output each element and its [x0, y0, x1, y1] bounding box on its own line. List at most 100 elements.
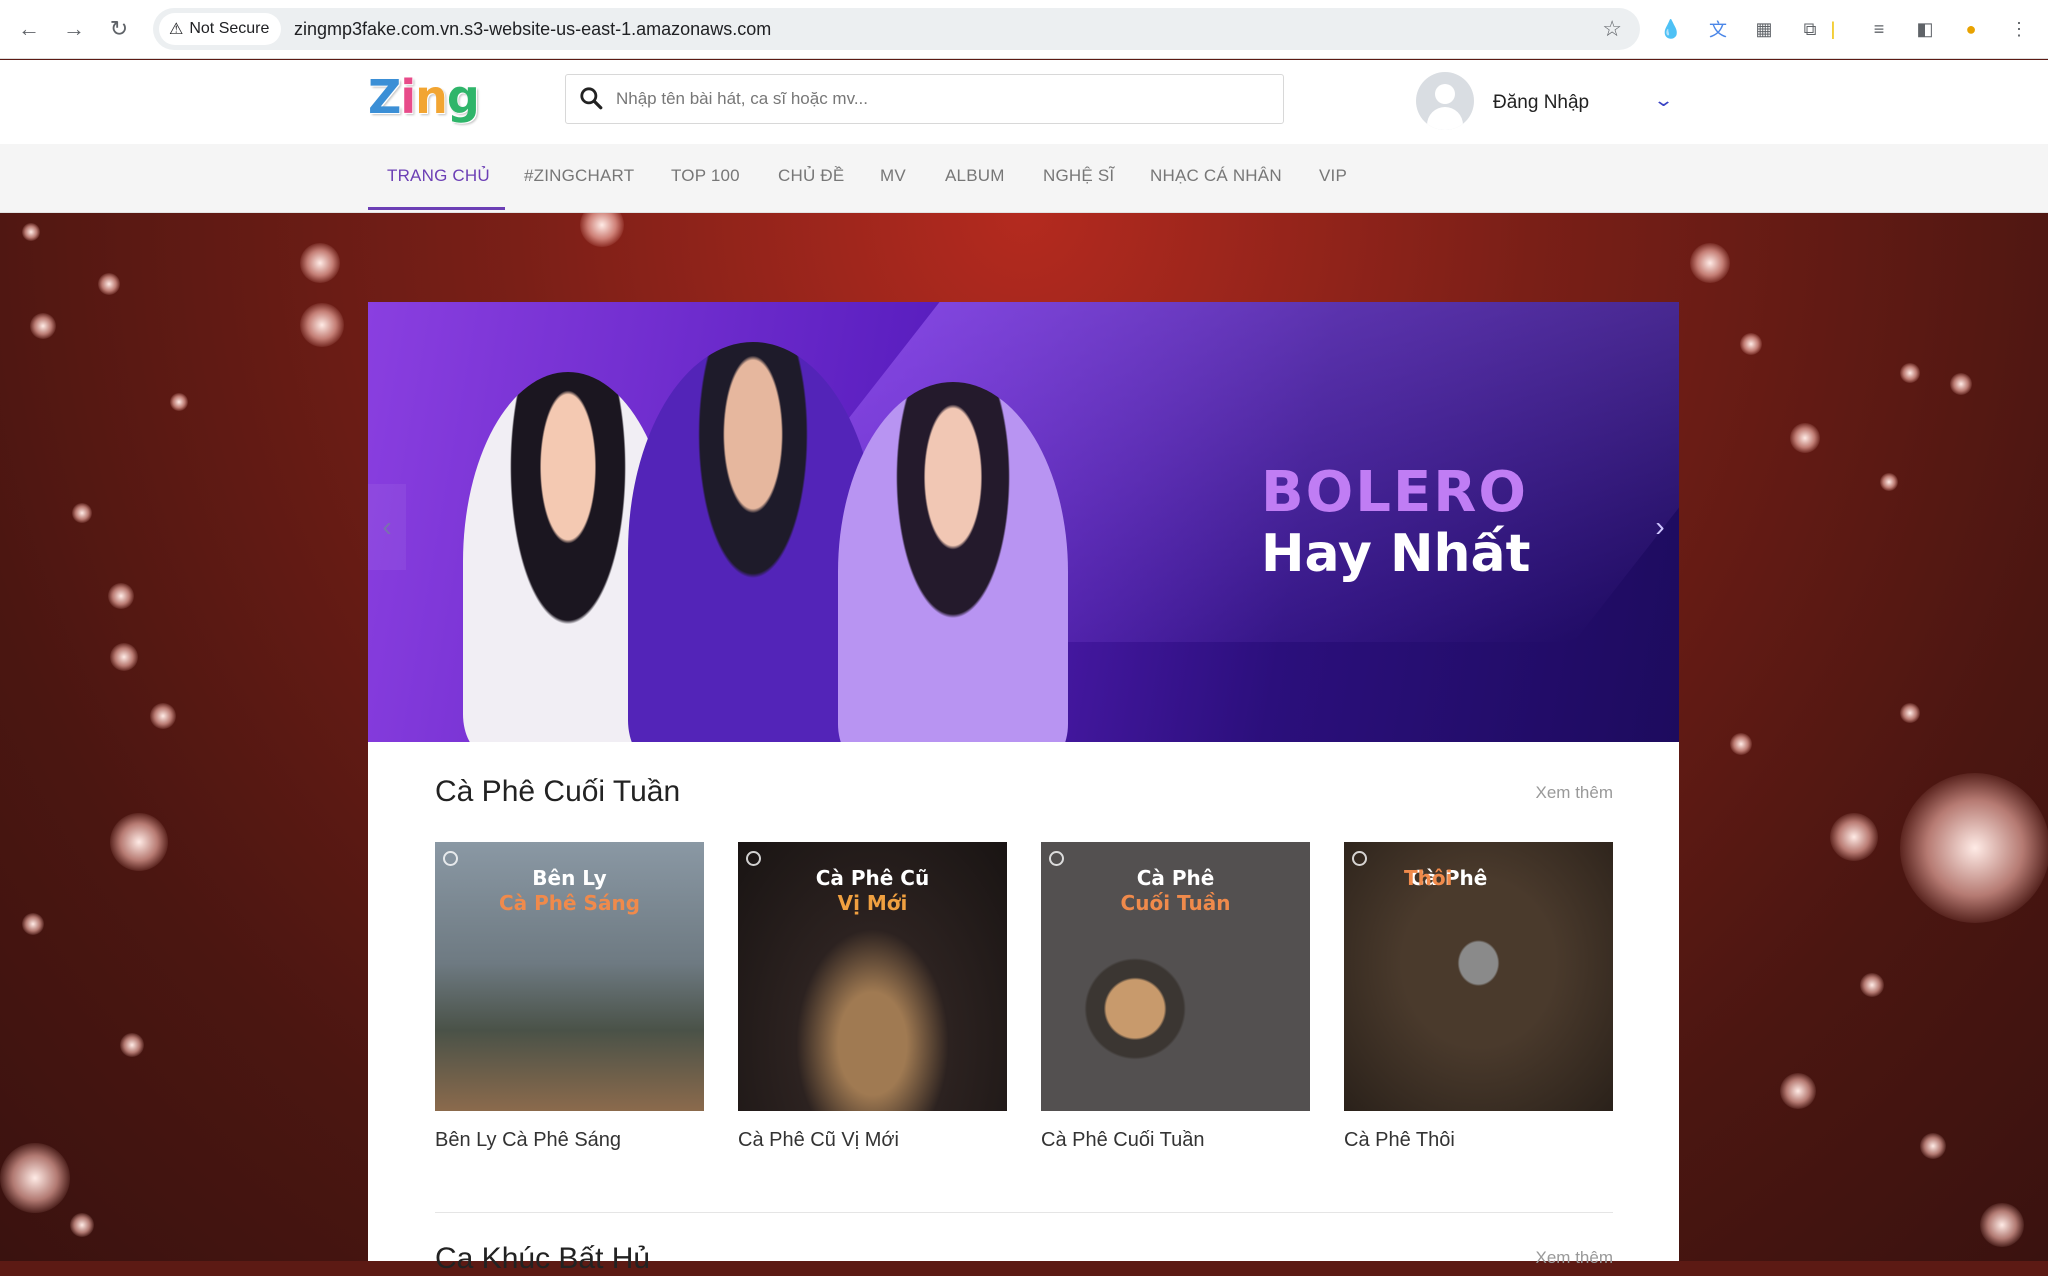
- tab-trang-chu[interactable]: TRANG CHỦ: [387, 166, 490, 186]
- browser-toolbar: ← → ↻ ⚠ Not Secure zingmp3fake.com.vn.s3…: [0, 0, 2048, 59]
- extension-drop-icon[interactable]: 💧: [1658, 16, 1684, 42]
- media-icon[interactable]: ≡: [1866, 16, 1892, 42]
- thumbnail-caption: Cà Phê: [1136, 866, 1215, 890]
- menu-icon[interactable]: ⋮: [2006, 16, 2032, 42]
- sparkle: [0, 1143, 70, 1213]
- forward-icon[interactable]: →: [59, 14, 89, 44]
- disc-icon: [443, 851, 458, 866]
- sparkle: [1900, 773, 2048, 923]
- profile-icon[interactable]: ●: [1958, 16, 1984, 42]
- singer-right: [838, 382, 1068, 742]
- playlist-card[interactable]: Cà Phê Thôi Cà Phê Thôi: [1344, 842, 1613, 1152]
- chevron-down-icon[interactable]: ⌄: [1653, 90, 1674, 111]
- tab-chu-de[interactable]: CHỦ ĐỀ: [778, 166, 844, 186]
- playlist-card[interactable]: Cà Phê Cuối Tuần Cà Phê Cuối Tuần: [1041, 842, 1310, 1152]
- playlist-thumbnail[interactable]: Cà Phê Cũ Vị Mới: [738, 842, 1007, 1111]
- next-section-title[interactable]: Ca Khúc Bất Hủ: [435, 1242, 650, 1276]
- sidebar-icon[interactable]: ◧: [1912, 16, 1938, 42]
- playlist-title[interactable]: Cà Phê Cuối Tuần: [1041, 1129, 1310, 1152]
- sparkle: [1690, 243, 1730, 283]
- sparkle: [1830, 813, 1878, 861]
- sparkle: [1950, 373, 1972, 395]
- playlist-thumbnail[interactable]: Cà Phê Thôi: [1344, 842, 1613, 1111]
- thumbnail-caption: Thôi: [1404, 866, 1453, 890]
- search-box[interactable]: [565, 74, 1284, 124]
- url-text[interactable]: zingmp3fake.com.vn.s3-website-us-east-1.…: [294, 19, 771, 40]
- sparkle: [150, 703, 176, 729]
- translate-icon[interactable]: 文: [1705, 16, 1731, 42]
- sparkle: [98, 273, 120, 295]
- playlist-title[interactable]: Cà Phê Cũ Vị Mới: [738, 1129, 1007, 1152]
- playlist-thumbnail[interactable]: Bên Ly Cà Phê Sáng: [435, 842, 704, 1111]
- sparkle: [1980, 1203, 2024, 1247]
- sparkle: [580, 213, 624, 247]
- bookmark-star-icon[interactable]: ☆: [1602, 16, 1622, 42]
- playlist-card[interactable]: Bên Ly Cà Phê Sáng Bên Ly Cà Phê Sáng: [435, 842, 704, 1152]
- thumbnail-caption: Cà Phê Sáng: [498, 891, 640, 915]
- sparkle: [170, 393, 188, 411]
- content-panel: Cà Phê Cuối Tuần Xem thêm Bên Ly Cà Phê …: [368, 742, 1679, 1275]
- banner-subtitle: Hay Nhất: [1261, 524, 1531, 584]
- sparkle: [72, 503, 92, 523]
- sparkle: [1780, 1073, 1816, 1109]
- sparkle: [300, 303, 344, 347]
- security-chip[interactable]: ⚠ Not Secure: [159, 13, 282, 45]
- security-label: Not Secure: [189, 20, 270, 37]
- disc-icon: [1049, 851, 1064, 866]
- section-title[interactable]: Cà Phê Cuối Tuần: [435, 775, 680, 809]
- avatar[interactable]: [1416, 72, 1474, 130]
- tab-top-100[interactable]: TOP 100: [671, 166, 740, 186]
- carousel-prev-icon[interactable]: ‹: [368, 484, 406, 570]
- playlist-thumbnail[interactable]: Cà Phê Cuối Tuần: [1041, 842, 1310, 1111]
- active-tab-indicator: [368, 207, 505, 210]
- search-icon[interactable]: [578, 85, 604, 111]
- see-more-link[interactable]: Xem thêm: [1536, 1248, 1613, 1268]
- login-link[interactable]: Đăng Nhập: [1493, 92, 1589, 114]
- warning-icon: ⚠: [169, 21, 184, 38]
- reload-icon[interactable]: ↻: [104, 14, 134, 44]
- tab-album[interactable]: ALBUM: [945, 166, 1005, 186]
- sparkle: [1740, 333, 1762, 355]
- playlist-card[interactable]: Cà Phê Cũ Vị Mới Cà Phê Cũ Vị Mới: [738, 842, 1007, 1152]
- thumbnail-caption: Cuối Tuần: [1120, 891, 1231, 915]
- tab-nghe-si[interactable]: NGHỆ SĨ: [1043, 166, 1114, 186]
- qr-icon[interactable]: ▦: [1751, 16, 1777, 42]
- sparkle: [22, 913, 44, 935]
- section-divider: [435, 1212, 1613, 1213]
- sparkle: [120, 1033, 144, 1057]
- puzzle-icon[interactable]: ⧉: [1797, 16, 1823, 42]
- sparkle: [22, 223, 40, 241]
- sparkle: [1860, 973, 1884, 997]
- divider-icon: |: [1830, 18, 1836, 39]
- back-icon[interactable]: ←: [14, 14, 44, 44]
- site-header: Zing Đăng Nhập ⌄: [0, 60, 2048, 144]
- playlist-title[interactable]: Bên Ly Cà Phê Sáng: [435, 1129, 704, 1152]
- logo-letter: i: [400, 70, 416, 124]
- hero-banner[interactable]: BOLERO Hay Nhất ‹ ›: [368, 302, 1679, 742]
- sparkle: [1900, 703, 1920, 723]
- avatar-head: [1435, 84, 1455, 104]
- search-input[interactable]: [614, 83, 1264, 115]
- sparkle: [1730, 733, 1752, 755]
- playlist-title[interactable]: Cà Phê Thôi: [1344, 1129, 1613, 1152]
- carousel-next-icon[interactable]: ›: [1641, 484, 1679, 570]
- sparkle: [108, 583, 134, 609]
- logo-letter: Z: [368, 70, 401, 124]
- tab-vip[interactable]: VIP: [1319, 166, 1347, 186]
- zing-logo[interactable]: Zing: [368, 70, 480, 124]
- main-nav: TRANG CHỦ #ZINGCHART TOP 100 CHỦ ĐỀ MV A…: [0, 144, 2048, 213]
- see-more-link[interactable]: Xem thêm: [1536, 783, 1613, 803]
- sparkle: [300, 243, 340, 283]
- logo-letter: n: [415, 70, 448, 124]
- sparkle: [110, 643, 138, 671]
- sparkle: [110, 813, 168, 871]
- tab-zingchart[interactable]: #ZINGCHART: [524, 166, 634, 186]
- address-bar[interactable]: ⚠ Not Secure zingmp3fake.com.vn.s3-websi…: [153, 8, 1640, 50]
- avatar-body: [1427, 107, 1463, 130]
- logo-text: Zing: [368, 70, 480, 124]
- tab-mv[interactable]: MV: [880, 166, 906, 186]
- thumbnail-caption: Cà Phê Cũ: [815, 866, 930, 890]
- tab-nhac-ca-nhan[interactable]: NHẠC CÁ NHÂN: [1150, 166, 1282, 186]
- sparkle: [1880, 473, 1898, 491]
- disc-icon: [746, 851, 761, 866]
